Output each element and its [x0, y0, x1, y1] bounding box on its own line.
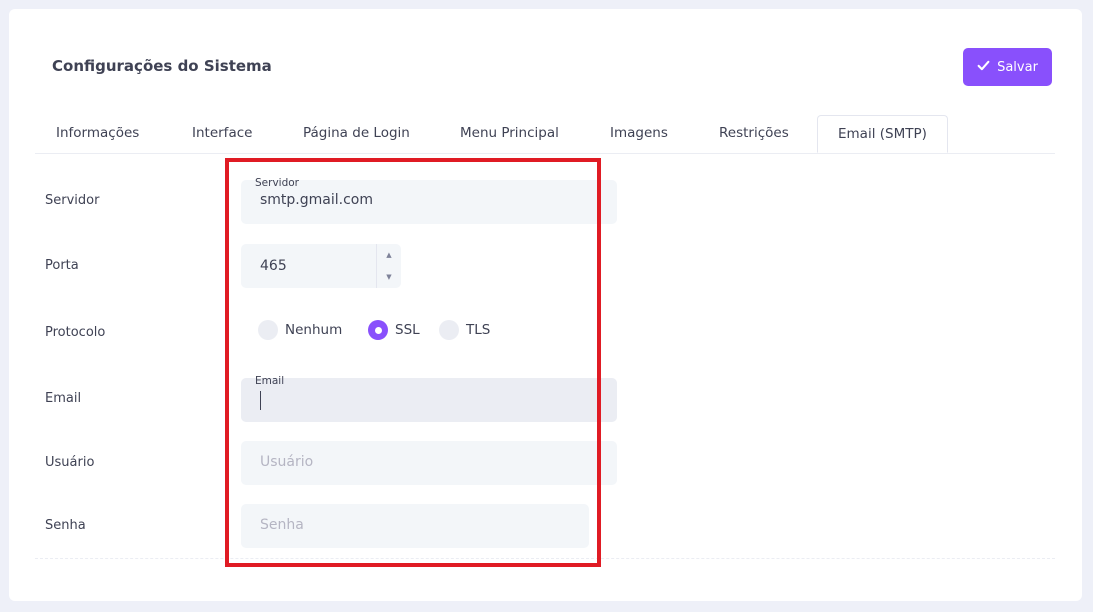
- senha-placeholder: Senha: [260, 517, 304, 533]
- radio-circle-icon: [258, 320, 278, 340]
- senha-field[interactable]: Senha: [241, 504, 589, 548]
- tab-email-smtp[interactable]: Email (SMTP): [817, 115, 948, 153]
- protocolo-label: Protocolo: [45, 325, 106, 340]
- usuario-label: Usuário: [45, 455, 95, 470]
- usuario-field[interactable]: Usuário: [241, 441, 617, 485]
- footer-divider: [35, 558, 1055, 559]
- increment-arrow-icon[interactable]: ▲: [377, 244, 401, 266]
- check-icon: [977, 59, 990, 76]
- porta-value: 465: [260, 258, 287, 274]
- settings-card: Configurações do Sistema Salvar Informaç…: [9, 9, 1082, 601]
- radio-tls-label: TLS: [466, 322, 491, 338]
- senha-label: Senha: [45, 518, 86, 533]
- tab-informacoes[interactable]: Informações: [56, 113, 139, 153]
- text-cursor: [260, 391, 261, 410]
- porta-input[interactable]: 465 ▲ ▼: [241, 244, 401, 288]
- radio-nenhum[interactable]: Nenhum: [258, 320, 342, 340]
- radio-tls[interactable]: TLS: [439, 320, 490, 340]
- radio-circle-icon: [439, 320, 459, 340]
- usuario-placeholder: Usuário: [260, 454, 314, 470]
- save-button[interactable]: Salvar: [963, 48, 1052, 86]
- porta-stepper: ▲ ▼: [376, 244, 401, 288]
- tab-imagens[interactable]: Imagens: [610, 113, 668, 153]
- servidor-floating-label: Servidor: [255, 177, 299, 189]
- servidor-value: smtp.gmail.com: [260, 192, 373, 208]
- email-label: Email: [45, 391, 82, 406]
- porta-label: Porta: [45, 258, 79, 273]
- servidor-field[interactable]: Servidor smtp.gmail.com: [241, 177, 617, 224]
- radio-ssl-label: SSL: [395, 322, 420, 338]
- radio-checked-icon: [368, 320, 388, 340]
- settings-tabs: Informações Interface Página de Login Me…: [35, 113, 1055, 154]
- tab-interface[interactable]: Interface: [192, 113, 252, 153]
- radio-ssl[interactable]: SSL: [368, 320, 420, 340]
- decrement-arrow-icon[interactable]: ▼: [377, 266, 401, 288]
- radio-nenhum-label: Nenhum: [285, 322, 343, 338]
- tab-restricoes[interactable]: Restrições: [719, 113, 789, 153]
- servidor-label: Servidor: [45, 193, 100, 208]
- page-title: Configurações do Sistema: [52, 57, 272, 75]
- tab-pagina-de-login[interactable]: Página de Login: [303, 113, 410, 153]
- tab-menu-principal[interactable]: Menu Principal: [460, 113, 559, 153]
- email-field[interactable]: Email: [241, 375, 617, 422]
- save-button-label: Salvar: [997, 59, 1038, 75]
- email-floating-label: Email: [255, 375, 285, 387]
